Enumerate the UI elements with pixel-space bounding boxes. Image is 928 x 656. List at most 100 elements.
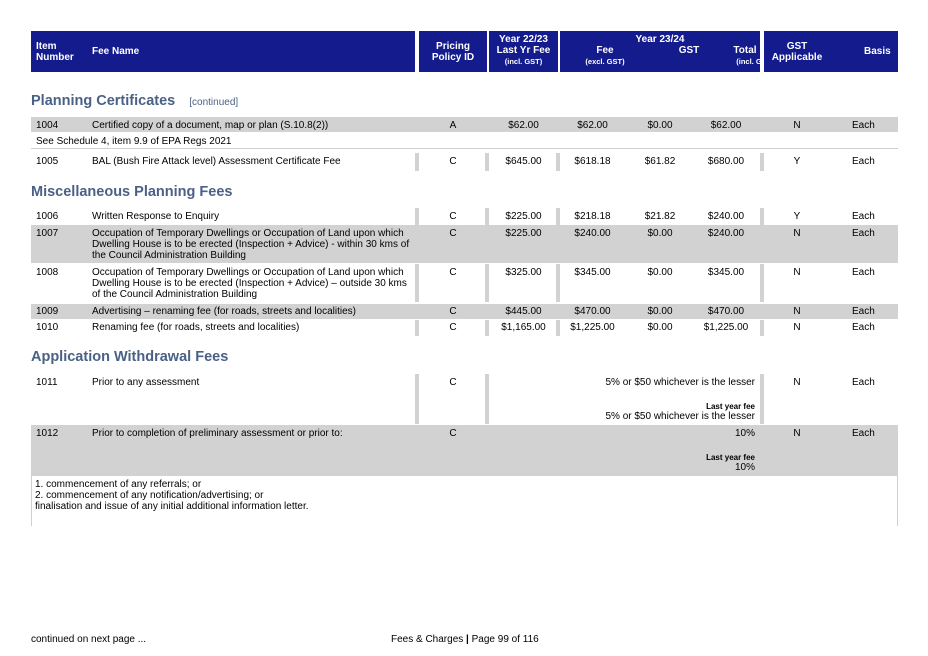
item-number: 1005 xyxy=(36,156,59,167)
item-number: 1004 xyxy=(36,120,59,131)
total-fee: $240.00 xyxy=(707,211,745,222)
section-title-misc-planning: Miscellaneous Planning Fees xyxy=(31,184,233,200)
header-year-curr-cell: Year 23/24 Fee (excl. GST) GST Total Fee(… xyxy=(560,31,777,72)
gst-amount: $0.00 xyxy=(647,120,673,131)
gst-applicable: N xyxy=(793,120,801,131)
table-row-1009: 1009 Advertising – renaming fee (for roa… xyxy=(31,304,898,319)
header-year-prev-cell: Year 22/23 Last Yr Fee (incl. GST) xyxy=(489,31,558,72)
header-item-number: Item Number xyxy=(36,41,74,63)
pricing-policy: C xyxy=(449,267,457,278)
fee-excl-gst: $470.00 xyxy=(574,306,611,317)
gst-applicable: N xyxy=(793,267,801,278)
gst-applicable: N xyxy=(793,377,801,388)
basis: Each xyxy=(852,267,875,278)
header-fee-name: Fee Name xyxy=(92,46,140,57)
fees-page: Item Number Fee Name Pricing Policy ID Yea… xyxy=(31,31,898,526)
header-gst-applicable: GST Applicable xyxy=(771,41,823,63)
total-fee: $240.00 xyxy=(707,228,745,239)
fee-excl-gst: $345.00 xyxy=(574,267,611,278)
header-year-prev: Year 22/23 Last Yr Fee (incl. GST) xyxy=(496,34,551,66)
fee-name: Prior to any assessment xyxy=(92,377,200,388)
fee-text: 10% xyxy=(734,428,755,439)
section-title-planning-certificates: Planning Certificates [continued] xyxy=(31,93,239,109)
fee-name: Occupation of Temporary Dwellings or Occ… xyxy=(92,228,410,261)
page-footer: Fees & Charges | Page 99 of 116 xyxy=(391,634,539,645)
total-fee: $345.00 xyxy=(707,267,745,278)
row-note: 1. commencement of any referrals; or 2. … xyxy=(35,479,309,512)
fee-text: 5% or $50 whichever is the lesser xyxy=(605,377,755,388)
pricing-policy: C xyxy=(449,377,457,388)
table-row-1012: 1012 Prior to completion of preliminary … xyxy=(31,425,898,476)
total-fee: $680.00 xyxy=(707,156,745,167)
note-row-1012: 1. commencement of any referrals; or 2. … xyxy=(31,476,898,526)
fee-excl-gst: $62.00 xyxy=(577,120,608,131)
last-year-fee: $62.00 xyxy=(508,120,539,131)
item-number: 1010 xyxy=(36,322,59,333)
row-note: See Schedule 4, item 9.9 of EPA Regs 202… xyxy=(36,136,232,147)
basis: Each xyxy=(852,211,875,222)
gst-applicable: N xyxy=(793,428,801,439)
item-number: 1011 xyxy=(36,377,58,388)
header-year-curr: Year 23/24 xyxy=(635,34,685,45)
fee-excl-gst: $1,225.00 xyxy=(570,322,615,333)
fee-excl-gst: $240.00 xyxy=(574,228,611,239)
pricing-policy: C xyxy=(449,211,457,222)
table-row-1011: 1011 Prior to any assessment C 5% or $50… xyxy=(31,374,898,424)
pricing-policy: C xyxy=(449,322,457,333)
fee-excl-gst: $218.18 xyxy=(574,211,611,222)
item-number: 1006 xyxy=(36,211,59,222)
pricing-policy: C xyxy=(449,228,457,239)
pricing-policy: C xyxy=(449,428,457,439)
gst-amount: $0.00 xyxy=(647,322,673,333)
gst-amount: $0.00 xyxy=(647,267,673,278)
gst-applicable: Y xyxy=(793,211,801,222)
basis: Each xyxy=(852,306,875,317)
pricing-policy: A xyxy=(449,120,457,131)
last-year-fee: 5% or $50 whichever is the lesser xyxy=(605,411,755,422)
table-row-1010: 1010 Renaming fee (for roads, streets an… xyxy=(31,320,898,336)
last-year-fee: 10% xyxy=(734,462,755,473)
fee-excl-gst: $618.18 xyxy=(574,156,611,167)
fee-name: BAL (Bush Fire Attack level) Assessment … xyxy=(92,156,341,167)
header-basis: Basis xyxy=(864,46,891,57)
table-row-1007: 1007 Occupation of Temporary Dwellings o… xyxy=(31,225,898,263)
header-fee: Fee (excl. GST) xyxy=(585,45,625,66)
last-year-fee: $1,165.00 xyxy=(501,322,546,333)
gst-applicable: Y xyxy=(793,156,801,167)
table-row-1006: 1006 Written Response to Enquiry C $225.… xyxy=(31,208,898,225)
pricing-policy: C xyxy=(449,306,457,317)
header-item-fee-cell: Item Number Fee Name xyxy=(31,31,415,72)
header-pricing-policy: Pricing Policy ID xyxy=(431,41,475,63)
total-fee: $470.00 xyxy=(707,306,745,317)
item-number: 1009 xyxy=(36,306,59,317)
last-year-fee: $225.00 xyxy=(505,211,542,222)
last-year-fee: $645.00 xyxy=(505,156,542,167)
gst-applicable: N xyxy=(793,306,801,317)
gst-amount: $21.82 xyxy=(644,211,676,222)
fee-name: Written Response to Enquiry xyxy=(92,211,220,222)
fee-name: Certified copy of a document, map or pla… xyxy=(92,120,329,131)
pricing-policy: C xyxy=(449,156,457,167)
gst-applicable: N xyxy=(793,322,801,333)
last-year-fee: $325.00 xyxy=(505,267,542,278)
fee-name: Occupation of Temporary Dwellings or Occ… xyxy=(92,267,407,300)
basis: Each xyxy=(852,120,875,131)
last-year-fee: $225.00 xyxy=(505,228,542,239)
item-number: 1012 xyxy=(36,428,59,439)
item-number: 1007 xyxy=(36,228,59,239)
fee-name: Advertising – renaming fee (for roads, s… xyxy=(92,306,357,317)
total-fee: $1,225.00 xyxy=(703,322,749,333)
last-year-fee: $445.00 xyxy=(505,306,542,317)
gst-amount: $0.00 xyxy=(647,306,673,317)
continued-notice: continued on next page ... xyxy=(31,634,147,645)
total-fee: $62.00 xyxy=(710,120,742,131)
basis: Each xyxy=(852,428,875,439)
page-number: Page 99 of 116 xyxy=(471,634,539,645)
table-header: Item Number Fee Name Pricing Policy ID Yea… xyxy=(31,31,898,72)
header-pricing-cell: Pricing Policy ID xyxy=(419,31,487,72)
gst-amount: $61.82 xyxy=(644,156,676,167)
table-row-1004: 1004 Certified copy of a document, map o… xyxy=(31,117,898,132)
fee-name: Prior to completion of preliminary asses… xyxy=(92,428,343,439)
basis: Each xyxy=(852,377,875,388)
header-gst-basis-cell: GST Applicable Basis xyxy=(764,31,898,72)
